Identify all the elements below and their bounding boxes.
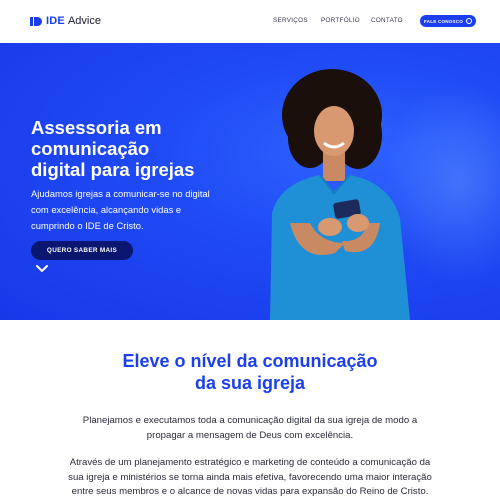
hero-cta-label: QUERO SABER MAIS <box>46 247 118 254</box>
logo-brand: IDE <box>46 15 65 27</box>
chevron-down-icon[interactable] <box>35 262 49 276</box>
quero-saber-mais-button[interactable]: QUERO SABER MAIS <box>31 241 133 260</box>
logo-icon <box>30 16 43 27</box>
hero-subtitle-line: com excelência, alcançando vidas e <box>31 204 182 215</box>
paragraph-line: sua igreja e ministérios se torna ainda … <box>68 471 432 483</box>
logo[interactable]: IDE Advice <box>30 14 101 28</box>
nav-link-servicos[interactable]: SERVIÇOS <box>273 17 308 24</box>
strategy-paragraph: Através de um planejamento estratégico e… <box>40 456 460 500</box>
intro-paragraph: Planejamos e executamos toda a comunicaç… <box>40 414 460 443</box>
section-title: Eleve o nível da comunicação da sua igre… <box>0 350 500 394</box>
paragraph-line: entre seus membros e o alcance de novas … <box>71 486 429 497</box>
section-title-line: da sua igreja <box>194 373 306 393</box>
paragraph-line: propagar a mensagem de Deus com excelênc… <box>146 429 354 441</box>
hero-subtitle-line: Ajudamos igrejas a comunicar-se no digit… <box>31 188 210 199</box>
hero-title-line: Assessoria em <box>31 117 162 138</box>
nav-link-portfolio[interactable]: PORTFÓLIO <box>321 17 360 24</box>
contact-button-label: FALE CONOSCO <box>423 18 464 24</box>
hero-title-line: digital para igrejas <box>31 159 195 180</box>
paragraph-line: Planejamos e executamos toda a comunicaç… <box>82 415 418 426</box>
hero-subtitle: Ajudamos igrejas a comunicar-se no digit… <box>31 186 261 234</box>
whatsapp-icon <box>466 18 473 24</box>
nav-link-contato[interactable]: CONTATO <box>371 17 403 24</box>
contact-button[interactable]: FALE CONOSCO <box>420 15 476 27</box>
hero-woman-photo <box>270 69 410 320</box>
section-title-line: Eleve o nível da comunicação <box>122 351 378 371</box>
hero-title-line: comunicação <box>31 138 150 159</box>
hero-subtitle-line: cumprindo o IDE de Cristo. <box>31 220 144 231</box>
logo-suffix: Advice <box>67 15 101 27</box>
paragraph-line: Através de um planejamento estratégico e… <box>69 457 431 468</box>
site-header: IDE Advice SERVIÇOS PORTFÓLIO CONTATO FA… <box>0 0 500 43</box>
hero-title: Assessoria em comunicação digital para i… <box>31 117 251 180</box>
